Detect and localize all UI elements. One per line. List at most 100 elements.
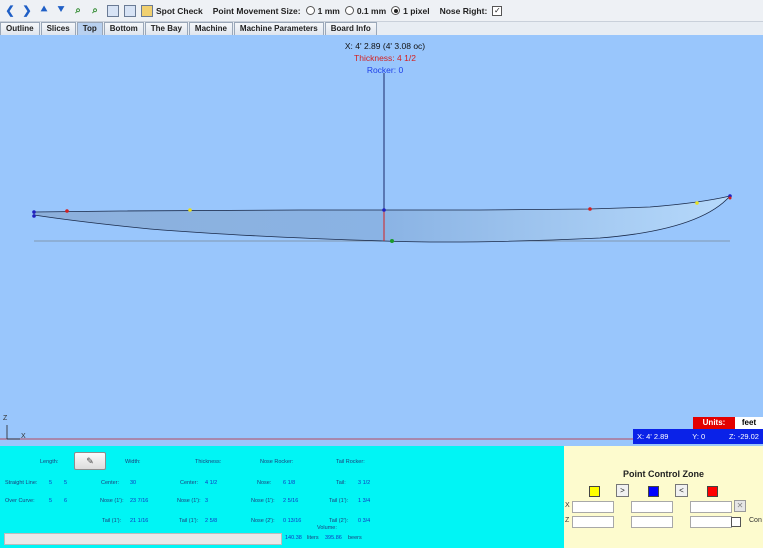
tail-rocker-tail2-label: Tail (2'): <box>329 518 349 524</box>
radio-01mm-indicator[interactable] <box>344 6 354 15</box>
zoom-out-icon[interactable]: ⌕ <box>88 4 102 18</box>
volume-label: Volume: <box>317 525 337 531</box>
tab-top[interactable]: Top <box>76 22 103 35</box>
edit-length-button[interactable]: ✎ <box>74 452 106 470</box>
z-field-1[interactable] <box>572 516 614 528</box>
straight-line-feet: 5 <box>49 480 53 486</box>
nose-rocker-nose1-label: Nose (1'): <box>251 498 275 504</box>
nav-down-icon[interactable]: ⯆ <box>54 4 68 18</box>
control-point <box>390 239 394 243</box>
x-field-3[interactable] <box>690 501 732 513</box>
continuous-label: Con <box>749 517 762 524</box>
tail-rocker-tail-label: Tail: <box>336 480 346 486</box>
z-field-2[interactable] <box>631 516 673 528</box>
over-curve-label: Over Curve: <box>5 498 35 504</box>
control-point <box>382 208 386 212</box>
control-point <box>32 214 36 218</box>
tab-board-info[interactable]: Board Info <box>324 22 377 35</box>
z-field-3[interactable] <box>690 516 732 528</box>
over-curve-feet: 5 <box>49 498 53 504</box>
width-nose1-value: 23 7/16 <box>130 498 149 504</box>
radio-1mm-indicator[interactable] <box>305 6 315 15</box>
tail-rocker-tail1-label: Tail (1'): <box>329 498 349 504</box>
fit-width-icon[interactable] <box>124 4 136 17</box>
width-tail1-value: 21 1/16 <box>130 518 149 524</box>
straight-line-label: Straight Line: <box>5 480 38 486</box>
nose-rocker-nose2-value: 0 13/16 <box>283 518 302 524</box>
length-label: Length: <box>40 459 59 465</box>
volume-liters-value: 140.38 <box>285 535 302 541</box>
board-body <box>33 195 732 243</box>
control-point <box>32 210 36 214</box>
spot-check-button[interactable]: Spot Check <box>156 6 203 16</box>
thick-center-label: Center: <box>180 480 199 486</box>
radio-1mm[interactable]: 1 mm <box>305 6 340 16</box>
x-field-label: X <box>565 502 570 509</box>
tab-the-bay[interactable]: The Bay <box>144 22 188 35</box>
board-canvas[interactable]: X: 4' 2.89 (4' 3.08 oc) Thickness: 4 1/2… <box>0 35 763 446</box>
beers-label: beers <box>348 535 362 541</box>
over-curve-inches: 6 <box>64 498 68 504</box>
radio-1pixel-indicator[interactable] <box>391 6 401 15</box>
fit-view-icon[interactable] <box>107 4 119 17</box>
width-tail1-label: Tail (1'): <box>102 518 122 524</box>
control-point <box>695 201 699 205</box>
zoom-in-icon[interactable]: ⌕ <box>71 4 85 18</box>
red-point-icon[interactable] <box>707 486 718 497</box>
x-field-2[interactable] <box>631 501 673 513</box>
blue-point-icon[interactable] <box>648 486 659 497</box>
nose-rocker-nose-label: Nose: <box>257 480 272 486</box>
coord-z: Z: -29.02 <box>728 432 759 441</box>
coordinate-bar: X: 4' 2.89 Y: 0 Z: -29.02 <box>633 429 763 444</box>
width-center-label: Center: <box>101 480 120 486</box>
tail-rocker-tail-value: 3 1/2 <box>358 480 371 486</box>
thick-nose1-value: 3 <box>205 498 209 504</box>
nav-up-icon[interactable]: ⯅ <box>37 4 51 18</box>
tail-rocker-tail2-value: 0 3/4 <box>358 518 371 524</box>
tail-rocker-tail1-value: 1 3/4 <box>358 498 371 504</box>
units-value[interactable]: feet <box>735 417 763 429</box>
units-label: Units: <box>693 417 735 429</box>
volume-progress-bar <box>4 533 282 545</box>
coord-x: X: 4' 2.89 <box>637 432 669 441</box>
radio-01mm[interactable]: 0.1 mm <box>344 5 387 16</box>
prev-point-button[interactable]: < <box>675 484 688 497</box>
point-movement-label: Point Movement Size: <box>212 5 301 16</box>
width-center-value: 30 <box>130 480 137 486</box>
tab-machine-parameters[interactable]: Machine Parameters <box>233 22 324 35</box>
coord-y: Y: 0 <box>692 432 706 441</box>
point-control-zone: Point Control Zone > < X ✕ Z Con <box>564 446 763 548</box>
nav-left-icon[interactable]: ❮ <box>3 4 17 18</box>
thick-nose1-label: Nose (1'): <box>177 498 201 504</box>
x-axis-label: X <box>21 433 26 440</box>
nose-right-label: Nose Right: <box>439 5 488 16</box>
tab-outline[interactable]: Outline <box>0 22 40 35</box>
nose-right-checkbox[interactable]: ✓ <box>492 5 503 16</box>
width-nose1-label: Nose (1'): <box>100 498 124 504</box>
lock-icon[interactable]: ✕ <box>734 500 746 512</box>
next-point-button[interactable]: > <box>616 484 629 497</box>
thick-tail1-value: 2 5/8 <box>205 518 218 524</box>
thickness-label: Thickness: <box>195 459 222 465</box>
yellow-point-icon[interactable] <box>589 486 600 497</box>
continuous-checkbox[interactable] <box>731 517 741 527</box>
control-point <box>728 196 732 200</box>
tab-bottom[interactable]: Bottom <box>103 22 144 35</box>
radio-1pixel[interactable]: 1 pixel <box>391 5 430 16</box>
tab-slices[interactable]: Slices <box>40 22 76 35</box>
radio-01mm-label: 0.1 mm <box>356 5 387 16</box>
point-control-title: Point Control Zone <box>623 469 704 479</box>
liters-label: liters <box>307 535 319 541</box>
radio-1pixel-label: 1 pixel <box>403 5 430 16</box>
thick-center-value: 4 1/2 <box>205 480 218 486</box>
control-point <box>65 209 69 213</box>
tab-machine[interactable]: Machine <box>188 22 233 35</box>
spot-check-icon[interactable] <box>141 4 153 17</box>
x-field-1[interactable] <box>572 501 614 513</box>
control-point <box>588 207 592 211</box>
board-profile-drawing[interactable] <box>0 35 763 446</box>
tail-rocker-label: Tail Rocker: <box>336 459 365 465</box>
nav-right-icon[interactable]: ❯ <box>20 4 34 18</box>
control-point <box>188 208 192 212</box>
nose-rocker-label: Nose Rocker: <box>260 459 294 465</box>
